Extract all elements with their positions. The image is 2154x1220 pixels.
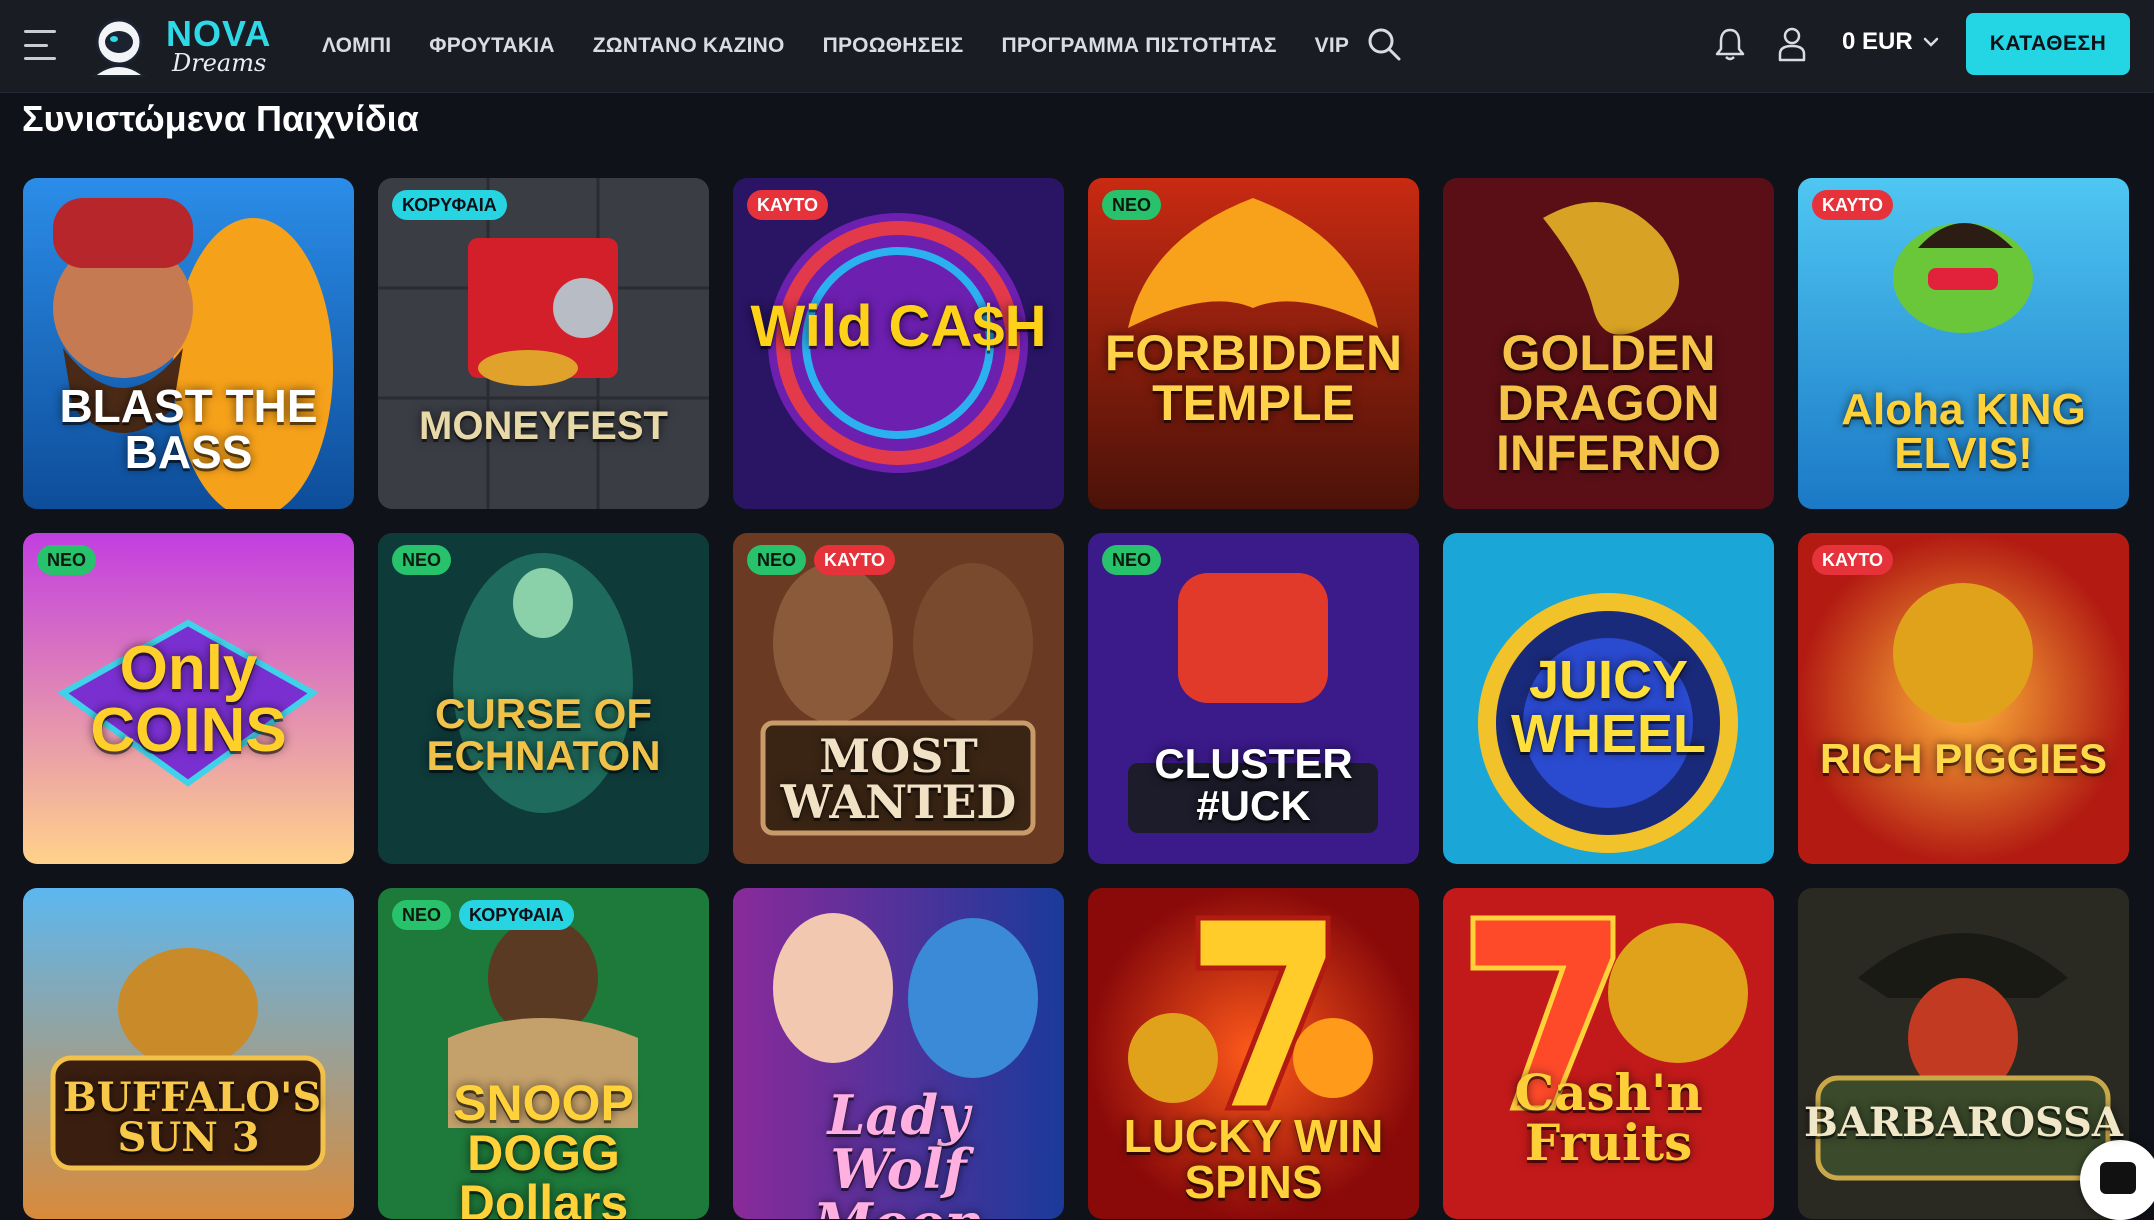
badge-group: ΝΕΟ ΚΟΡΥΦΑΙΑ bbox=[392, 900, 574, 930]
game-title: SNOOP DOGG Dollars bbox=[453, 1075, 634, 1219]
main-nav: ΛΟΜΠΙ ΦΡΟΥΤΑΚΙΑ ΖΩΝΤΑΝΟ ΚΑΖΙΝΟ ΠΡΟΩΘΗΣΕΙ… bbox=[322, 0, 1387, 92]
badge-new: ΝΕΟ bbox=[37, 545, 97, 575]
game-title: BARBAROSSA bbox=[1804, 1099, 2123, 1146]
badge-new: ΝΕΟ bbox=[1102, 190, 1162, 220]
game-title: JUICY WHEEL bbox=[1511, 650, 1706, 764]
badge-hot: ΚΑΥΤΟ bbox=[814, 545, 896, 575]
bell-icon[interactable] bbox=[1714, 26, 1746, 62]
nav-loyalty[interactable]: ΠΡΟΓΡΑΜΜΑ ΠΙΣΤΟΤΗΤΑΣ bbox=[1001, 34, 1276, 58]
game-tile[interactable]: ΚΑΥΤΟ Aloha KING ELVIS! bbox=[1798, 178, 2129, 509]
badge-top: ΚΟΡΥΦΑΙΑ bbox=[392, 190, 507, 220]
game-title: BUFFALO'S SUN 3 bbox=[63, 1074, 322, 1161]
top-navigation-bar: NOVA Dreams ΛΟΜΠΙ ΦΡΟΥΤΑΚΙΑ ΖΩΝΤΑΝΟ ΚΑΖΙ… bbox=[0, 0, 2154, 93]
game-tile[interactable]: BARBAROSSA bbox=[1798, 888, 2129, 1219]
badge-group: ΚΑΥΤΟ bbox=[747, 190, 829, 220]
badge-hot: ΚΑΥΤΟ bbox=[1812, 545, 1894, 575]
chat-icon[interactable] bbox=[2080, 1140, 2154, 1220]
game-tile[interactable]: BUFFALO'S SUN 3 bbox=[23, 888, 354, 1219]
badge-group: ΚΑΥΤΟ bbox=[1812, 545, 1894, 575]
nav-vip[interactable]: VIP bbox=[1315, 34, 1349, 58]
game-tile[interactable]: Lady Wolf Moon bbox=[733, 888, 1064, 1219]
badge-group: ΝΕΟ ΚΑΥΤΟ bbox=[747, 545, 896, 575]
game-title: GOLDEN DRAGON INFERNO bbox=[1496, 325, 1721, 481]
game-tile[interactable]: GOLDEN DRAGON INFERNO bbox=[1443, 178, 1774, 509]
page-title: Συνιστώμενα Παιχνίδια bbox=[22, 98, 419, 139]
badge-hot: ΚΑΥΤΟ bbox=[747, 190, 829, 220]
game-tile[interactable]: BLAST THE BASS bbox=[23, 178, 354, 509]
badge-group: ΚΟΡΥΦΑΙΑ bbox=[392, 190, 507, 220]
game-tile[interactable]: ΝΕΟ CURSE OF ECHNATON bbox=[378, 533, 709, 864]
game-title: CURSE OF ECHNATON bbox=[426, 690, 661, 779]
nav-promotions[interactable]: ΠΡΟΩΘΗΣΕΙΣ bbox=[823, 34, 964, 58]
game-title: Wild CA$H bbox=[750, 294, 1047, 359]
game-title: BLAST THE BASS bbox=[59, 380, 318, 478]
game-title: Aloha KING ELVIS! bbox=[1841, 385, 2086, 478]
logo-sub-text: Dreams bbox=[172, 49, 267, 77]
game-artwork bbox=[1798, 533, 2129, 864]
balance-dropdown[interactable]: 0 EUR bbox=[1842, 28, 1939, 56]
nav-live-casino[interactable]: ΖΩΝΤΑΝΟ ΚΑΖΙΝΟ bbox=[593, 34, 785, 58]
search-icon[interactable] bbox=[1366, 26, 1402, 62]
game-tile[interactable]: ΚΑΥΤΟ Wild CA$H bbox=[733, 178, 1064, 509]
menu-icon[interactable] bbox=[24, 30, 60, 60]
badge-new: ΝΕΟ bbox=[392, 545, 452, 575]
nav-lobby[interactable]: ΛΟΜΠΙ bbox=[322, 34, 391, 58]
game-artwork bbox=[23, 888, 354, 1219]
game-title: CLUSTER #UCK bbox=[1154, 740, 1353, 829]
astronaut-logo-icon bbox=[91, 18, 147, 77]
game-title: RICH PIGGIES bbox=[1819, 735, 2108, 782]
game-tile[interactable]: ΝΕΟ ΚΟΡΥΦΑΙΑ SNOOP DOGG Dollars bbox=[378, 888, 709, 1219]
game-tile[interactable]: JUICY WHEEL bbox=[1443, 533, 1774, 864]
badge-group: ΝΕΟ bbox=[392, 545, 452, 575]
game-tile[interactable]: ΚΑΥΤΟ RICH PIGGIES bbox=[1798, 533, 2129, 864]
badge-group: ΝΕΟ bbox=[1102, 545, 1162, 575]
game-title: Cash'n Fruits bbox=[1514, 1063, 1703, 1172]
game-tile[interactable]: ΝΕΟ CLUSTER #UCK bbox=[1088, 533, 1419, 864]
game-title: FORBIDDEN TEMPLE bbox=[1104, 325, 1403, 431]
badge-new: ΝΕΟ bbox=[747, 545, 807, 575]
logo-main-text: NOVA bbox=[166, 13, 272, 54]
game-title: MOST WANTED bbox=[780, 729, 1017, 829]
badge-group: ΝΕΟ bbox=[1102, 190, 1162, 220]
badge-new: ΝΕΟ bbox=[392, 900, 452, 930]
logo[interactable]: NOVA Dreams bbox=[86, 10, 270, 82]
game-tile[interactable]: LUCKY WIN SPINS bbox=[1088, 888, 1419, 1219]
game-tile[interactable]: ΝΕΟ ΚΑΥΤΟ MOST WANTED bbox=[733, 533, 1064, 864]
chevron-down-icon bbox=[1923, 37, 1938, 47]
game-tile[interactable]: ΚΟΡΥΦΑΙΑ MONEYFEST bbox=[378, 178, 709, 509]
game-tile[interactable]: ΝΕΟ Only COINS bbox=[23, 533, 354, 864]
badge-group: ΝΕΟ bbox=[37, 545, 97, 575]
game-artwork bbox=[378, 178, 709, 509]
game-artwork bbox=[1798, 888, 2129, 1219]
chat-glyph bbox=[2100, 1162, 2136, 1194]
game-title: LUCKY WIN SPINS bbox=[1123, 1110, 1384, 1208]
badge-top: ΚΟΡΥΦΑΙΑ bbox=[459, 900, 574, 930]
user-icon[interactable] bbox=[1776, 26, 1808, 62]
game-tile[interactable]: Cash'n Fruits bbox=[1443, 888, 1774, 1219]
balance-value: 0 EUR bbox=[1842, 28, 1913, 55]
game-tile[interactable]: ΝΕΟ FORBIDDEN TEMPLE bbox=[1088, 178, 1419, 509]
badge-group: ΚΑΥΤΟ bbox=[1812, 190, 1894, 220]
game-title: MONEYFEST bbox=[419, 404, 668, 448]
badge-hot: ΚΑΥΤΟ bbox=[1812, 190, 1894, 220]
game-title: Only COINS bbox=[90, 634, 287, 765]
game-title: Lady Wolf Moon bbox=[813, 1083, 984, 1219]
deposit-button[interactable]: ΚΑΤΑΘΕΣΗ bbox=[1966, 13, 2130, 75]
nav-slots[interactable]: ΦΡΟΥΤΑΚΙΑ bbox=[429, 34, 554, 58]
badge-new: ΝΕΟ bbox=[1102, 545, 1162, 575]
